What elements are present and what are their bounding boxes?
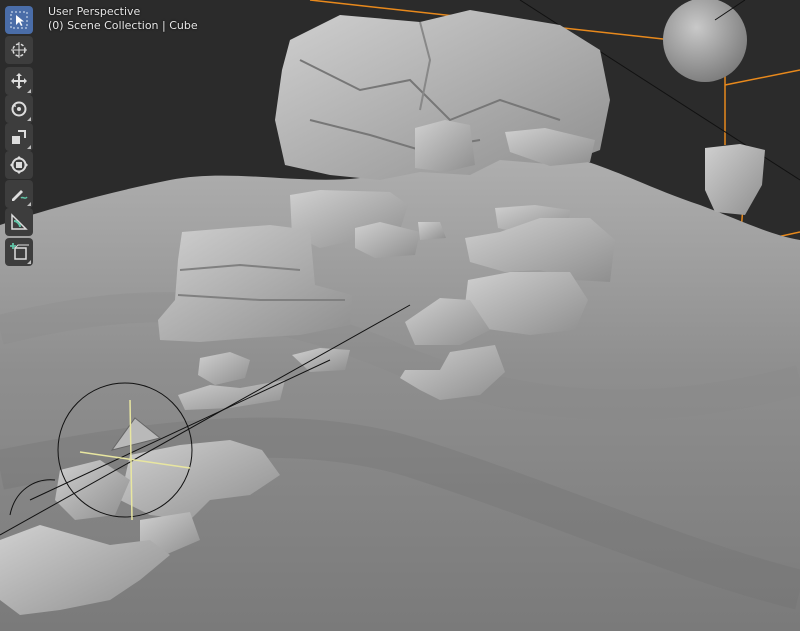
cursor-tool[interactable] (5, 36, 33, 64)
viewport-mode-label: User Perspective (48, 5, 141, 18)
annotate-tool[interactable] (5, 180, 33, 208)
add-cube-icon (10, 243, 29, 260)
cursor-arrow-icon (10, 11, 28, 29)
scene-render[interactable] (0, 0, 800, 631)
sphere-object (663, 0, 747, 82)
select-box-tool[interactable] (5, 6, 33, 34)
rotate-tool[interactable] (5, 95, 33, 123)
3d-viewport[interactable]: User Perspective (0) Scene Collection | … (0, 0, 800, 631)
move-arrows-icon (11, 73, 27, 89)
scene-collection-label: (0) Scene Collection | Cube (48, 19, 198, 32)
measure-ruler-icon (11, 213, 28, 230)
scale-tool[interactable] (5, 123, 33, 151)
rotate-icon (11, 101, 27, 117)
transform-icon (10, 156, 28, 174)
measure-tool[interactable] (5, 208, 33, 236)
annotate-pencil-icon (12, 190, 28, 201)
add-cube-tool[interactable] (5, 238, 33, 266)
scale-icon (12, 130, 26, 144)
right-pillar-rock (705, 144, 765, 215)
move-tool[interactable] (5, 67, 33, 95)
transform-tool[interactable] (5, 151, 33, 179)
crosshair-cursor-icon (11, 42, 27, 58)
